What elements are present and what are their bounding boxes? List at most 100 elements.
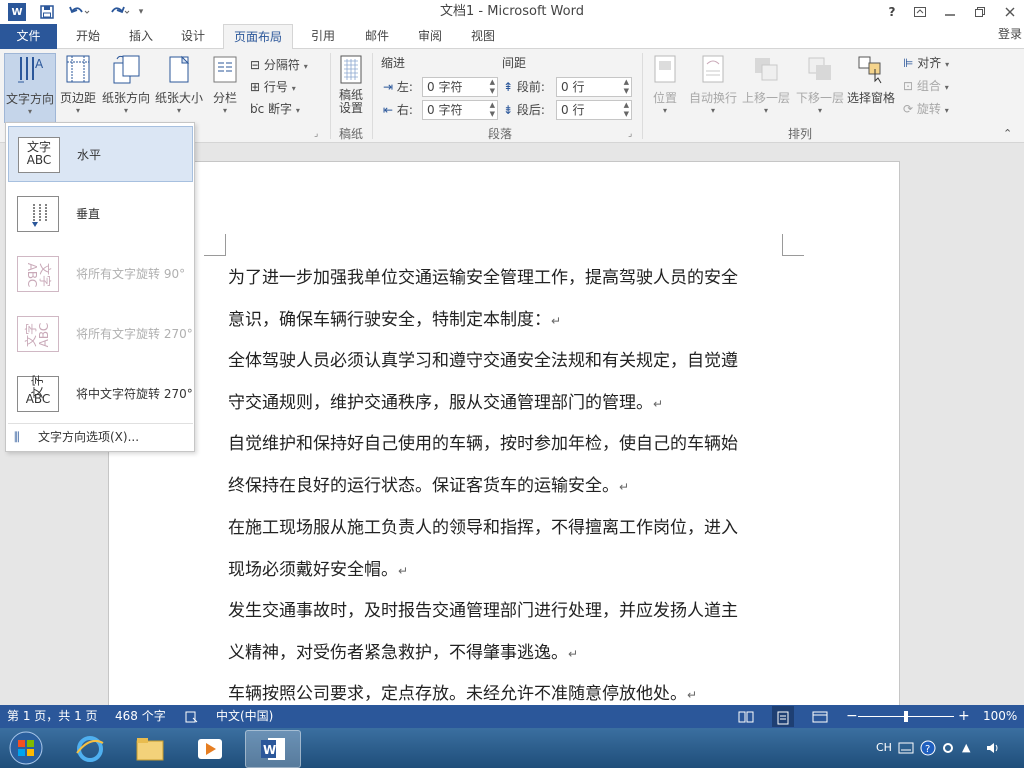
- hyphenation-button[interactable]: b͘c 断字 ▾: [250, 99, 300, 119]
- ime-indicator[interactable]: CH: [876, 728, 892, 768]
- tab-references[interactable]: 引用: [300, 24, 346, 49]
- indent-right-value: 0 字符: [427, 103, 463, 117]
- zoom-in-button[interactable]: +: [958, 705, 970, 728]
- paragraph-launcher-icon[interactable]: ⌟: [628, 129, 632, 139]
- margins-button[interactable]: 页边距 ▾: [58, 53, 98, 123]
- spacing-after-input[interactable]: 0 行 ▲ ▼: [556, 100, 632, 120]
- document-page[interactable]: 为了进一步加强我单位交通运输安全管理工作，提高驾驶人员的安全 意识，确保车辆行驶…: [108, 161, 900, 705]
- line-numbers-button[interactable]: ⊞ 行号 ▾: [250, 77, 296, 97]
- save-icon[interactable]: [36, 2, 58, 22]
- redo-icon[interactable]: [104, 2, 134, 22]
- document-line[interactable]: 现场必须戴好安全帽。↵: [228, 549, 788, 592]
- tab-review[interactable]: 审阅: [407, 24, 453, 49]
- rotate-button[interactable]: ⟳ 旋转 ▾: [903, 99, 949, 119]
- tab-view[interactable]: 视图: [460, 24, 506, 49]
- tab-home[interactable]: 开始: [64, 24, 112, 49]
- show-hidden-icons-icon[interactable]: ▲: [962, 728, 970, 768]
- draft-paper-settings-button[interactable]: 稿纸 设置: [334, 53, 368, 123]
- orientation-button[interactable]: 纸张方向 ▾: [100, 53, 152, 123]
- word-count[interactable]: 468 个字: [115, 705, 166, 728]
- spacing-before-input[interactable]: 0 行 ▲ ▼: [556, 77, 632, 97]
- undo-icon[interactable]: [64, 2, 94, 22]
- indent-left-input[interactable]: 0 字符 ▲ ▼: [422, 77, 498, 97]
- text-direction-rotate-270[interactable]: 文字 ABC 将所有文字旋转 270°: [8, 306, 193, 362]
- document-line[interactable]: 车辆按照公司要求，定点存放。未经允许不准随意停放他处。↵: [228, 673, 788, 705]
- text-direction-horizontal[interactable]: 文字 ABC 水平: [8, 126, 193, 182]
- spinner-arrows-icon[interactable]: ▲ ▼: [624, 101, 629, 119]
- document-line[interactable]: 意识，确保车辆行驶安全，特制定本制度：↵: [228, 299, 788, 342]
- spinner-arrows-icon[interactable]: ▲ ▼: [490, 101, 495, 119]
- document-line[interactable]: 发生交通事故时，及时报告交通管理部门进行处理，并应发扬人道主: [228, 590, 788, 632]
- volume-icon[interactable]: [985, 728, 1001, 768]
- media-player-icon[interactable]: [182, 730, 238, 768]
- page-setup-launcher-icon[interactable]: ⌟: [314, 129, 318, 139]
- tab-design[interactable]: 设计: [170, 24, 216, 49]
- document-line[interactable]: 义精神，对受伤者紧急救护，不得肇事逃逸。↵: [228, 632, 788, 675]
- size-button[interactable]: 纸张大小 ▾: [154, 53, 204, 123]
- help-circle-icon[interactable]: ?: [920, 728, 936, 768]
- columns-button[interactable]: 分栏 ▾: [208, 53, 242, 123]
- internet-explorer-icon[interactable]: [62, 730, 118, 768]
- document-line[interactable]: 为了进一步加强我单位交通运输安全管理工作，提高驾驶人员的安全: [228, 257, 788, 299]
- text-direction-rotate-cjk-270[interactable]: 文字 ABC 将中文字符旋转 270°: [8, 366, 193, 422]
- text-direction-button[interactable]: A 文字方向 ▾: [4, 53, 56, 123]
- help-button[interactable]: ?: [878, 0, 906, 24]
- position-button[interactable]: 位置 ▾: [647, 53, 683, 123]
- page-count[interactable]: 第 1 页，共 1 页: [7, 705, 98, 728]
- start-button[interactable]: [2, 728, 50, 768]
- vertical-text-icon: [17, 196, 59, 232]
- indent-right-input[interactable]: 0 字符 ▲ ▼: [422, 100, 498, 120]
- wrap-text-button[interactable]: 自动换行 ▾: [687, 53, 739, 123]
- draft-group-label: 稿纸: [338, 127, 363, 141]
- chevron-down-icon: ▾: [123, 106, 128, 115]
- tab-page-layout[interactable]: 页面布局: [223, 24, 293, 50]
- tab-mailings[interactable]: 邮件: [354, 24, 400, 49]
- send-backward-button[interactable]: 下移一层 ▾: [794, 53, 846, 123]
- paragraph-mark-icon: ↵: [551, 314, 562, 328]
- selection-pane-button[interactable]: 选择窗格: [846, 53, 896, 123]
- spinner-arrows-icon[interactable]: ▲ ▼: [624, 78, 629, 96]
- zoom-slider-thumb[interactable]: [904, 711, 908, 722]
- group-objects-button[interactable]: ⊡ 组合 ▾: [903, 76, 949, 96]
- web-layout-icon[interactable]: [812, 705, 828, 728]
- text-direction-options-item[interactable]: ⫼ 文字方向选项(X)...: [8, 426, 193, 448]
- restore-icon[interactable]: [966, 0, 994, 24]
- bring-forward-button[interactable]: 上移一层 ▾: [740, 53, 792, 123]
- tab-insert[interactable]: 插入: [118, 24, 164, 49]
- zoom-level[interactable]: 100%: [983, 705, 1017, 728]
- vertical-label: 垂直: [76, 207, 101, 221]
- breaks-button[interactable]: ⊟ 分隔符 ▾: [250, 55, 308, 75]
- print-layout-icon[interactable]: [772, 706, 794, 727]
- customize-qat-icon[interactable]: ▾: [134, 2, 148, 22]
- document-line[interactable]: 全体驾驶人员必须认真学习和遵守交通安全法规和有关规定，自觉遵: [228, 340, 788, 382]
- minimize-icon[interactable]: [936, 0, 964, 24]
- position-icon: [650, 53, 680, 85]
- text-direction-vertical[interactable]: 垂直: [8, 186, 193, 242]
- align-button[interactable]: ⊫ 对齐 ▾: [903, 53, 949, 73]
- group-divider: [372, 53, 373, 139]
- tab-file[interactable]: 文件: [0, 24, 57, 49]
- proofing-icon[interactable]: [185, 705, 199, 728]
- ribbon-display-options-icon[interactable]: [906, 0, 934, 24]
- close-icon[interactable]: [996, 0, 1024, 24]
- document-line[interactable]: 自觉维护和保持好自己使用的车辆，按时参加年检，使自己的车辆始: [228, 423, 788, 465]
- document-line[interactable]: 在施工现场服从施工负责人的领导和指挥，不得擅离工作岗位，进入: [228, 507, 788, 549]
- document-line[interactable]: 守交通规则，维护交通秩序，服从交通管理部门的管理。↵: [228, 382, 788, 425]
- text-direction-rotate-90[interactable]: 文字 ABC 将所有文字旋转 90°: [8, 246, 193, 302]
- selection-pane-icon: [856, 53, 886, 85]
- document-line[interactable]: 终保持在良好的运行状态。保证客货车的运输安全。↵: [228, 465, 788, 508]
- keyboard-icon[interactable]: [898, 728, 914, 768]
- word-taskbar-icon[interactable]: W: [245, 730, 301, 768]
- file-explorer-icon[interactable]: [122, 730, 178, 768]
- word-app-icon[interactable]: W: [8, 3, 26, 21]
- ribbon-tab-row: 文件 开始 插入 设计 页面布局 引用 邮件 审阅 视图: [0, 24, 1024, 50]
- chevron-down-icon: ▾: [817, 106, 822, 115]
- read-mode-icon[interactable]: [738, 705, 754, 728]
- tray-settings-icon[interactable]: [942, 728, 954, 768]
- language-indicator[interactable]: 中文(中国): [216, 705, 273, 728]
- spacing-before-value: 0 行: [561, 80, 585, 94]
- spinner-arrows-icon[interactable]: ▲ ▼: [490, 78, 495, 96]
- zoom-out-button[interactable]: −: [846, 705, 858, 728]
- collapse-ribbon-icon[interactable]: ⌃: [1003, 127, 1012, 140]
- sign-in-link[interactable]: 登录: [998, 24, 1022, 44]
